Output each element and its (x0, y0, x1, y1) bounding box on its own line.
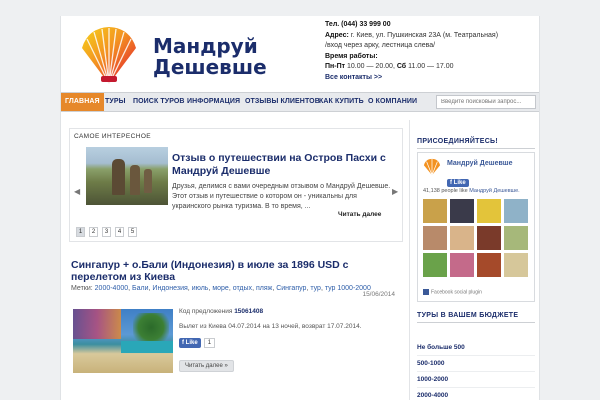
avatar[interactable] (477, 199, 501, 223)
address-label: Адрес: (325, 31, 349, 39)
shell-logo-icon[interactable] (423, 158, 441, 176)
address-note: /вход через арку, лестница слева/ (325, 42, 436, 49)
slider-pager: 1 2 3 4 5 (76, 227, 141, 237)
budget-item-link[interactable]: 2000-4000 (417, 388, 535, 400)
avatar[interactable] (477, 253, 501, 277)
nav-item-home[interactable]: Главная (61, 93, 104, 111)
avatar[interactable] (450, 199, 474, 223)
facebook-plugin-note: Facebook social plugin (423, 289, 482, 295)
column-divider (409, 120, 410, 400)
nav-item-tour-search[interactable]: Поиск туров (133, 93, 185, 111)
avatar[interactable] (423, 253, 447, 277)
all-contacts-link[interactable]: Все контакты >> (325, 73, 531, 84)
hours-sat-label: Сб (396, 63, 407, 70)
facebook-page-name[interactable]: Мандруй Дешевше (447, 160, 513, 167)
hours-weekdays: 10.00 — 20.00, (347, 63, 395, 70)
featured-photo[interactable] (86, 147, 168, 205)
nav-item-info[interactable]: Информация (187, 93, 240, 111)
tag-link[interactable]: отдых (233, 285, 252, 292)
brand-name[interactable]: Мандруй Дешевше (153, 36, 267, 78)
budget-section-title: Туры в вашем бюджете (417, 312, 535, 323)
join-section-title: Присоединяйтесь! (417, 138, 535, 149)
tag-link[interactable]: море (212, 285, 229, 292)
facebook-like-button[interactable]: f Like (179, 338, 201, 348)
avatar[interactable] (450, 226, 474, 250)
like-label: Like (185, 340, 198, 346)
facebook-icon: f (182, 340, 184, 346)
offer-code-label: Код предложения (179, 308, 233, 315)
avatar[interactable] (450, 253, 474, 277)
avatar[interactable] (423, 226, 447, 250)
tag-link[interactable]: Сингапур (276, 285, 306, 292)
phone-number: Тел. (044) 33 999 00 (325, 21, 391, 28)
budget-item-link[interactable]: 1000-2000 (417, 372, 535, 388)
plugin-text: Facebook social plugin (431, 289, 482, 296)
departure-info: Вылет из Киева 04.07.2014 на 13 ночей, в… (179, 323, 362, 330)
tags-label: Метки: (71, 285, 93, 292)
nav-item-about[interactable]: О компании (368, 93, 417, 111)
slider-prev-arrow-icon[interactable]: ◀ (74, 187, 80, 196)
budget-item-link[interactable]: Не больше 500 (417, 340, 535, 356)
nav-item-reviews[interactable]: Отзывы клиентов (245, 93, 320, 111)
article-date: 15/06/2014 (362, 291, 395, 298)
article-title[interactable]: Сингапур + о.Бали (Индонезия) в июле за … (71, 259, 401, 283)
fan-avatars (423, 199, 531, 277)
pager-button[interactable]: 4 (115, 227, 124, 237)
pager-button[interactable]: 1 (76, 227, 85, 237)
nav-item-how-to-buy[interactable]: Как купить (319, 93, 364, 111)
hours-label: Время работы: (325, 52, 378, 60)
featured-read-more-link[interactable]: Читать далее (338, 211, 381, 218)
avatar[interactable] (504, 226, 528, 250)
fans-page-link[interactable]: Мандруй Дешевше. (469, 188, 519, 194)
main-nav: Главная Туры Поиск туров Информация Отзы… (61, 92, 539, 112)
article-photo[interactable] (73, 309, 173, 373)
pager-button[interactable]: 3 (102, 227, 111, 237)
brand-line-1: Мандруй (153, 34, 258, 58)
featured-heading[interactable]: Отзыв о путешествии на Остров Пасхи с Ма… (172, 152, 392, 178)
budget-list: Не больше 500 500-1000 1000-2000 2000-40… (417, 340, 535, 400)
tag-link[interactable]: Индонезия (152, 285, 187, 292)
facebook-fans-count: 41,138 people like Мандруй Дешевше. (423, 188, 520, 194)
page-like-label: Like (453, 180, 466, 186)
brand-line-2: Дешевше (153, 55, 267, 79)
facebook-icon: f (450, 180, 452, 186)
article-read-more-button[interactable]: Читать далее » (179, 360, 234, 372)
hours-sat: 11.00 — 17.00 (408, 63, 454, 70)
facebook-page-box: Мандруй Дешевше f Like 41,138 people lik… (417, 152, 535, 302)
avatar[interactable] (504, 199, 528, 223)
pager-button[interactable]: 2 (89, 227, 98, 237)
fans-count-text: 41,138 people like (423, 188, 468, 194)
featured-slider: Самое интересное ◀ Отзыв о путешествии н… (69, 128, 403, 242)
shell-logo-icon[interactable] (78, 24, 140, 86)
tag-link[interactable]: тур (310, 285, 321, 292)
budget-item-link[interactable]: 500-1000 (417, 356, 535, 372)
featured-section-title: Самое интересное (74, 133, 152, 140)
address-text: г. Киев, ул. Пушкинская 23А (м. Театраль… (350, 31, 499, 39)
hours-weekdays-label: Пн-Пт (325, 63, 346, 70)
article-body: Код предложения 15061408 Вылет из Киева … (179, 307, 401, 331)
page: Мандруй Дешевше Тел. (044) 33 999 00 Адр… (60, 16, 540, 400)
like-count: 1 (203, 338, 216, 348)
nav-item-tours[interactable]: Туры (105, 93, 126, 111)
pager-button[interactable]: 5 (128, 227, 137, 237)
slider-next-arrow-icon[interactable]: ▶ (392, 187, 398, 196)
tag-link[interactable]: пляж (256, 285, 272, 292)
avatar[interactable] (504, 253, 528, 277)
search-input[interactable] (436, 95, 536, 109)
facebook-page-like: f Like (447, 171, 469, 189)
facebook-like-widget: f Like 1 (179, 338, 216, 348)
featured-excerpt: Друзья, делимся с вами очередным отзывом… (172, 183, 391, 210)
contact-info: Тел. (044) 33 999 00 Адрес: г. Киев, ул.… (325, 20, 531, 83)
tag-link[interactable]: июль (192, 285, 209, 292)
avatar[interactable] (423, 199, 447, 223)
avatar[interactable] (477, 226, 501, 250)
tag-link[interactable]: Бали (132, 285, 148, 292)
offer-code[interactable]: 15061408 (234, 308, 263, 315)
facebook-mini-icon (423, 289, 429, 295)
tag-link[interactable]: 2000-4000 (95, 285, 128, 292)
facebook-page-like-button[interactable]: f Like (447, 179, 469, 187)
